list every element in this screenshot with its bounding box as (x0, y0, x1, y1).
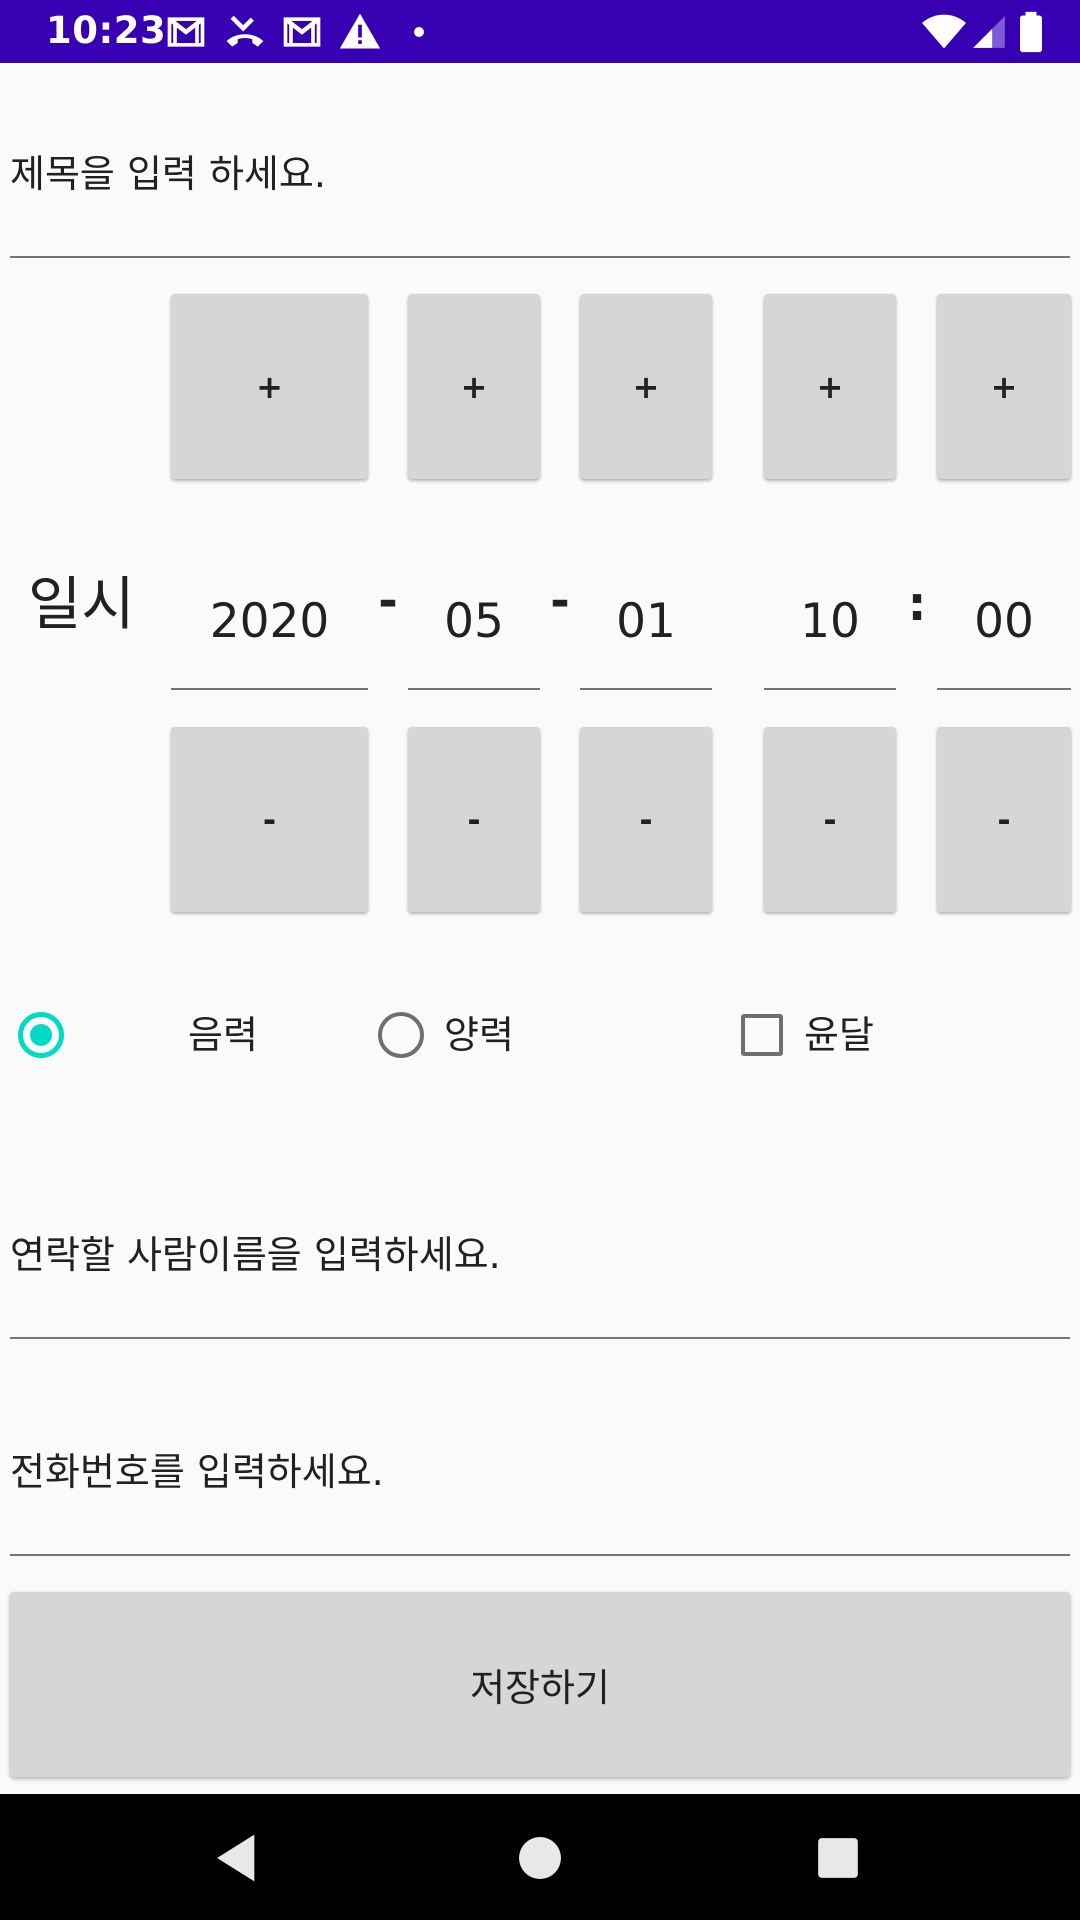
gmail-icon (280, 10, 324, 54)
day-minus-button[interactable]: - (580, 727, 712, 912)
contact-name-input[interactable]: 연락할 사람이름을 입력하세요. (10, 1180, 1070, 1339)
month-minus-button[interactable]: - (408, 727, 540, 912)
status-time: 10:23 (46, 9, 167, 52)
year-minus-button[interactable]: - (171, 727, 368, 912)
wifi-icon (920, 10, 968, 54)
contact-name-placeholder: 연락할 사람이름을 입력하세요. (10, 1233, 501, 1277)
dot-icon (404, 10, 434, 54)
phone-input[interactable]: 전화번호를 입력하세요. (10, 1397, 1070, 1556)
hour-minus-button[interactable]: - (764, 727, 896, 912)
day-plus-button[interactable]: + (580, 294, 712, 479)
navigation-bar (0, 1794, 1080, 1920)
day-field[interactable]: 01 (580, 555, 712, 690)
status-bar: 10:23 (0, 0, 1080, 63)
warning-icon (338, 10, 382, 54)
minute-plus-button[interactable]: + (937, 294, 1071, 479)
date-label: 일시 (28, 570, 135, 638)
month-field[interactable]: 05 (408, 555, 540, 690)
leap-month-checkbox[interactable] (741, 1014, 783, 1056)
title-placeholder: 제목을 입력 하세요. (10, 152, 326, 196)
missed-call-icon (223, 10, 267, 54)
time-separator: : (907, 577, 927, 632)
hour-plus-button[interactable]: + (764, 294, 896, 479)
signal-icon (970, 10, 1008, 54)
gmail-icon (164, 10, 208, 54)
hour-field[interactable]: 10 (764, 555, 896, 690)
battery-icon (1016, 10, 1046, 54)
leap-month-label[interactable]: 윤달 (804, 1010, 874, 1060)
minute-minus-button[interactable]: - (937, 727, 1071, 912)
year-field[interactable]: 2020 (171, 555, 368, 690)
phone-placeholder: 전화번호를 입력하세요. (10, 1450, 384, 1494)
back-icon[interactable] (210, 1830, 266, 1886)
save-button[interactable]: 저장하기 (10, 1592, 1070, 1777)
lunar-radio[interactable] (18, 1012, 64, 1058)
solar-radio[interactable] (378, 1012, 424, 1058)
recents-icon[interactable] (810, 1830, 866, 1886)
year-plus-button[interactable]: + (171, 294, 368, 479)
lunar-label[interactable]: 음력 (188, 1010, 258, 1060)
date-separator: - (378, 574, 398, 629)
month-plus-button[interactable]: + (408, 294, 540, 479)
solar-label[interactable]: 양력 (444, 1010, 514, 1060)
title-input[interactable]: 제목을 입력 하세요. (10, 100, 1070, 258)
minute-field[interactable]: 00 (937, 555, 1071, 690)
date-separator: - (550, 574, 570, 629)
home-icon[interactable] (512, 1830, 568, 1886)
